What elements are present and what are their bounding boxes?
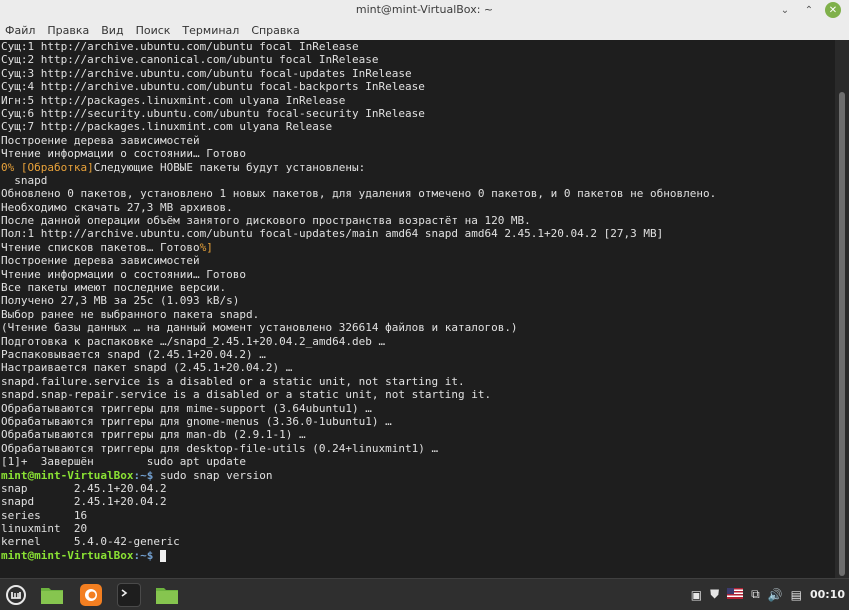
menu-help[interactable]: Справка: [245, 24, 305, 37]
terminal-line: Чтение информации о состоянии… Готово: [1, 147, 247, 161]
folder-icon[interactable]: [40, 583, 64, 607]
maximize-button[interactable]: ⌃: [801, 2, 817, 18]
terminal-line: Сущ:1 http://archive.ubuntu.com/ubuntu f…: [1, 40, 359, 53]
terminal-line: Обрабатываются триггеры для gnome-menus …: [1, 414, 392, 428]
mint-menu-icon[interactable]: [4, 583, 28, 607]
terminal-line: Обрабатываются триггеры для man-db (2.9.…: [1, 428, 306, 442]
terminal-line: Сущ:3 http://archive.ubuntu.com/ubuntu f…: [1, 66, 412, 80]
terminal-line: (Чтение базы данных … на данный момент у…: [1, 321, 518, 335]
command-text: sudo snap version: [153, 468, 273, 482]
terminal-icon[interactable]: [117, 583, 141, 607]
terminal-line: snapd.snap-repair.service is a disabled …: [1, 388, 492, 402]
terminal-line: Получено 27,3 MB за 25c (1.093 kB/s): [1, 294, 240, 308]
terminal-line: Игн:5 http://packages.linuxmint.com ulya…: [1, 93, 346, 107]
terminal-line: Чтение информации о состоянии… Готово: [1, 267, 247, 281]
terminal-line: Настраивается пакет snapd (2.45.1+20.04.…: [1, 361, 293, 375]
terminal-line: Пол:1 http://archive.ubuntu.com/ubuntu f…: [1, 227, 664, 241]
terminal-output[interactable]: Сущ:1 http://archive.ubuntu.com/ubuntu f…: [0, 40, 835, 578]
terminal-line: snap 2.45.1+20.04.2: [1, 481, 167, 495]
minimize-button[interactable]: ⌄: [777, 2, 793, 18]
terminal-line: Распаковывается snapd (2.45.1+20.04.2) …: [1, 347, 266, 361]
clipboard-icon[interactable]: ▣: [691, 588, 702, 602]
window-title: mint@mint-VirtualBox: ~: [355, 3, 494, 16]
terminal-line: Сущ:2 http://archive.canonical.com/ubunt…: [1, 53, 379, 67]
menu-view[interactable]: Вид: [95, 24, 129, 37]
volume-icon[interactable]: 🔊: [768, 588, 783, 602]
cursor: [159, 549, 166, 562]
prompt-user: mint@mint-VirtualBox: [1, 468, 134, 482]
keyboard-layout-flag-icon[interactable]: [727, 587, 744, 602]
terminal-line: Обрабатываются триггеры для mime-support…: [1, 401, 372, 415]
scrollbar-thumb[interactable]: [839, 92, 845, 576]
prompt-user: mint@mint-VirtualBox: [1, 548, 134, 562]
terminal-line: 0% [Обработка]Следующие НОВЫЕ пакеты буд…: [0, 161, 835, 174]
progress-indicator: %]: [199, 240, 213, 254]
prompt-line[interactable]: mint@mint-VirtualBox:~$: [0, 549, 835, 562]
menu-file[interactable]: Файл: [0, 24, 41, 37]
terminal-line: linuxmint 20: [1, 522, 88, 536]
menu-bar: Файл Правка Вид Поиск Терминал Справка: [0, 20, 849, 40]
terminal-line: snapd.failure.service is a disabled or a…: [1, 374, 465, 388]
terminal-line: snapd: [1, 173, 48, 187]
terminal-line: Подготовка к распаковке …/snapd_2.45.1+2…: [1, 334, 386, 348]
terminal-line: Сущ:6 http://security.ubuntu.com/ubuntu …: [1, 106, 425, 120]
terminal-line: kernel 5.4.0-42-generic: [1, 535, 180, 549]
network-icon[interactable]: ⧉: [751, 587, 760, 602]
menu-terminal[interactable]: Терминал: [176, 24, 245, 37]
terminal-line: snapd 2.45.1+20.04.2: [1, 495, 167, 509]
notes-icon[interactable]: ▤: [791, 588, 802, 602]
close-button[interactable]: ✕: [825, 2, 841, 18]
terminal-line: series 16: [1, 508, 88, 522]
terminal-line: Построение дерева зависимостей: [1, 133, 200, 147]
terminal-line-text: Чтение списков пакетов… Готово: [1, 240, 200, 254]
prompt-line: mint@mint-VirtualBox:~$ sudo snap versio…: [0, 469, 835, 482]
shield-icon[interactable]: ⛊: [710, 587, 719, 602]
menu-edit[interactable]: Правка: [41, 24, 95, 37]
system-tray: ▣ ⛊ ⧉ 🔊 ▤ 00:10: [691, 579, 845, 610]
clock[interactable]: 00:10: [810, 588, 845, 601]
prompt-path: :~$: [133, 468, 154, 482]
menu-search[interactable]: Поиск: [130, 24, 177, 37]
terminal-line: Сущ:7 http://packages.linuxmint.com ulya…: [1, 120, 333, 134]
terminal-line: Обрабатываются триггеры для desktop-file…: [1, 441, 439, 455]
scrollbar[interactable]: [835, 40, 849, 578]
prompt-path: :~$: [133, 548, 154, 562]
folder-icon[interactable]: [155, 583, 179, 607]
terminal-line: Обновлено 0 пакетов, установлено 1 новых…: [1, 187, 717, 201]
terminal-line: Все пакеты имеют последние версии.: [1, 281, 227, 295]
terminal-line: После данной операции объём занятого дис…: [1, 214, 531, 228]
terminal-line-text: Следующие НОВЫЕ пакеты будут установлены…: [93, 160, 366, 174]
terminal-line: Необходимо скачать 27,3 MB архивов.: [1, 200, 233, 214]
terminal-line: Сущ:4 http://archive.ubuntu.com/ubuntu f…: [1, 80, 425, 94]
taskbar: ▣ ⛊ ⧉ 🔊 ▤ 00:10: [0, 578, 849, 610]
title-bar[interactable]: mint@mint-VirtualBox: ~ ⌄ ⌃ ✕: [0, 0, 849, 21]
firefox-icon[interactable]: [79, 583, 103, 607]
terminal-line: Чтение списков пакетов… Готово%]: [0, 241, 835, 254]
terminal-window: mint@mint-VirtualBox: ~ ⌄ ⌃ ✕ Файл Правк…: [0, 0, 849, 578]
terminal-line: Построение дерева зависимостей: [1, 254, 200, 268]
terminal-line: Выбор ранее не выбранного пакета snapd.: [1, 307, 260, 321]
terminal-line: [1]+ Завершён sudo apt update: [1, 455, 247, 469]
progress-indicator: 0% [Обработка]: [1, 160, 94, 174]
